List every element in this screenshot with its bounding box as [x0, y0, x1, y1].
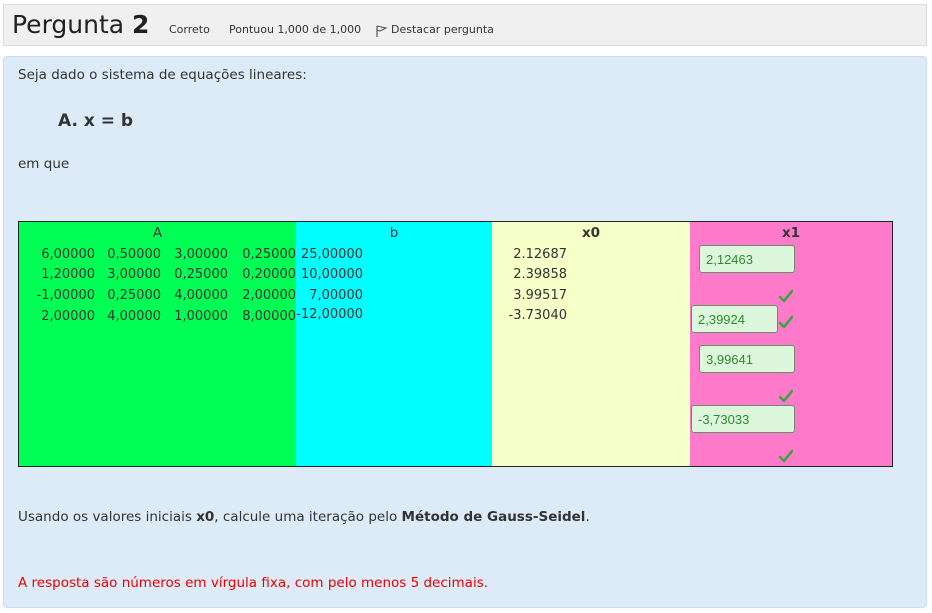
a-cell: 3,00000 — [107, 267, 161, 282]
column-x1: x1 2,12463 2,39924 3,99641 -3,73033 — [690, 222, 892, 466]
instruction-x0: x0 — [196, 509, 215, 525]
question-title: Pergunta 2 — [12, 10, 149, 39]
x0-cell: 2.12687 — [513, 247, 567, 262]
column-b: b 25,00000 10,00000 7,00000 -12,00000 — [296, 222, 492, 466]
a-cell: 2,00000 — [242, 288, 296, 303]
check-icon — [779, 389, 793, 403]
a-cell: 4,00000 — [174, 288, 228, 303]
x0-cell: -3.73040 — [508, 308, 567, 323]
instruction-end: . — [585, 509, 590, 525]
column-x0: x0 2.12687 2.39858 3.99517 -3.73040 — [492, 222, 690, 466]
b-cell: 10,00000 — [300, 267, 363, 282]
a-cell: 0,25000 — [107, 288, 161, 303]
flag-question-link[interactable]: Destacar pergunta — [391, 23, 494, 36]
instruction-method: Método de Gauss-Seidel — [401, 509, 586, 525]
question-header: Pergunta 2 Correto Pontuou 1,000 de 1,00… — [3, 4, 927, 46]
question-number: 2 — [132, 10, 150, 39]
answer-format-note: A resposta são números em vírgula fixa, … — [18, 575, 489, 591]
question-title-word: Pergunta — [12, 10, 125, 39]
x1-answer-input[interactable]: -3,73033 — [691, 405, 795, 433]
x0-cell: 3.99517 — [513, 288, 567, 303]
check-icon — [779, 315, 793, 329]
a-cell: 8,00000 — [242, 309, 296, 324]
column-x0-header: x0 — [581, 225, 601, 241]
score-label: Pontuou 1,000 de 1,000 — [229, 23, 362, 36]
column-b-header: b — [389, 225, 399, 241]
question-intro: Seja dado o sistema de equações lineares… — [18, 67, 307, 83]
a-cell: 0,20000 — [242, 267, 296, 282]
instruction-prefix: Usando os valores iniciais — [18, 509, 197, 525]
a-cell: 0,25000 — [242, 247, 296, 262]
em-que-text: em que — [18, 156, 70, 172]
a-cell: 0,50000 — [107, 247, 161, 262]
flag-icon[interactable] — [374, 24, 388, 38]
a-cell: 1,20000 — [41, 267, 95, 282]
a-cell: 4,00000 — [107, 309, 161, 324]
check-icon — [779, 449, 793, 463]
a-cell: 1,00000 — [174, 309, 228, 324]
x1-answer-input[interactable]: 2,12463 — [699, 245, 795, 273]
check-icon — [779, 289, 793, 303]
b-cell: 7,00000 — [309, 288, 363, 303]
equation: A. x = b — [58, 111, 134, 131]
instruction-text: Usando os valores iniciais x0, calcule u… — [18, 509, 590, 525]
a-cell: 0,25000 — [174, 267, 228, 282]
instruction-middle: , calcule uma iteração pelo — [214, 509, 402, 525]
x1-answer-input[interactable]: 2,39924 — [691, 305, 778, 333]
b-cell: -12,00000 — [296, 307, 363, 322]
b-cell: 25,00000 — [300, 247, 363, 262]
question-content: Seja dado o sistema de equações lineares… — [3, 56, 927, 608]
a-cell: 3,00000 — [174, 247, 228, 262]
column-x1-header: x1 — [781, 225, 801, 241]
equation-table: A 6,00000 0,50000 3,00000 0,25000 1,2000… — [18, 221, 893, 467]
status-label: Correto — [169, 23, 210, 36]
column-a-header: A — [152, 225, 163, 241]
a-cell: 6,00000 — [41, 247, 95, 262]
x0-cell: 2.39858 — [513, 267, 567, 282]
column-a: A 6,00000 0,50000 3,00000 0,25000 1,2000… — [19, 222, 296, 466]
a-cell: -1,00000 — [36, 288, 95, 303]
a-cell: 2,00000 — [41, 309, 95, 324]
x1-answer-input[interactable]: 3,99641 — [699, 345, 795, 373]
